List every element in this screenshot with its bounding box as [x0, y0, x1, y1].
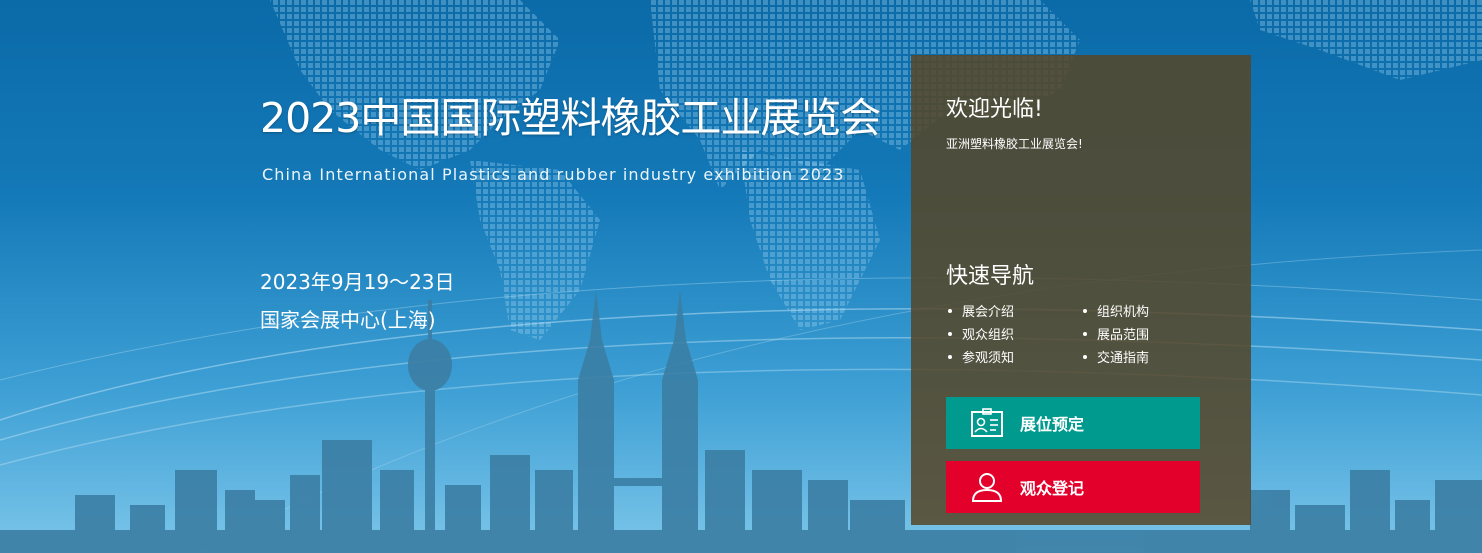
bullet-icon [948, 354, 952, 359]
exhibition-title: 2023中国国际塑料橡胶工业展览会 [260, 94, 881, 142]
bullet-icon [948, 331, 952, 336]
exhibition-venue: 国家会展中心(上海) [260, 308, 436, 332]
user-icon [970, 470, 1004, 504]
booth-booking-button[interactable]: 展位预定 [946, 397, 1200, 449]
exhibition-subtitle-english: China International Plastics and rubber … [262, 165, 845, 184]
exhibition-date: 2023年9月19～23日 [260, 270, 455, 294]
quick-nav-list: 展会介绍 组织机构 观众组织 展品范围 参观须知 交通指南 [946, 301, 1206, 366]
bullet-icon [1083, 354, 1087, 359]
visitor-registration-label: 观众登记 [1020, 479, 1085, 498]
nav-link-label: 参观须知 [962, 351, 1015, 366]
nav-link-traffic-guide[interactable]: 交通指南 [1081, 347, 1206, 366]
bullet-icon [948, 308, 952, 313]
bullet-icon [1083, 308, 1087, 313]
nav-link-exhibition-intro[interactable]: 展会介绍 [946, 301, 1081, 320]
nav-link-label: 展会介绍 [962, 305, 1015, 320]
nav-link-label: 交通指南 [1097, 351, 1150, 366]
welcome-title: 欢迎光临! [946, 97, 1043, 122]
city-skyline-background [0, 0, 1482, 553]
nav-link-label: 观众组织 [962, 328, 1015, 343]
welcome-text: 亚洲塑料橡胶工业展览会! [946, 137, 1083, 151]
id-badge-icon [970, 406, 1004, 440]
visitor-registration-button[interactable]: 观众登记 [946, 461, 1200, 513]
welcome-panel: 欢迎光临! 亚洲塑料橡胶工业展览会! 快速导航 展会介绍 组织机构 观众组织 展… [911, 55, 1251, 525]
nav-link-visit-notice[interactable]: 参观须知 [946, 347, 1081, 366]
nav-link-organization[interactable]: 组织机构 [1081, 301, 1206, 320]
bullet-icon [1083, 331, 1087, 336]
booth-booking-label: 展位预定 [1020, 415, 1085, 434]
nav-link-visitor-organization[interactable]: 观众组织 [946, 324, 1081, 343]
nav-link-label: 组织机构 [1097, 305, 1150, 320]
quick-nav-title: 快速导航 [946, 264, 1035, 289]
nav-link-label: 展品范围 [1097, 328, 1150, 343]
hero-banner: 2023中国国际塑料橡胶工业展览会 China International Pl… [0, 0, 1482, 553]
nav-link-exhibit-scope[interactable]: 展品范围 [1081, 324, 1206, 343]
